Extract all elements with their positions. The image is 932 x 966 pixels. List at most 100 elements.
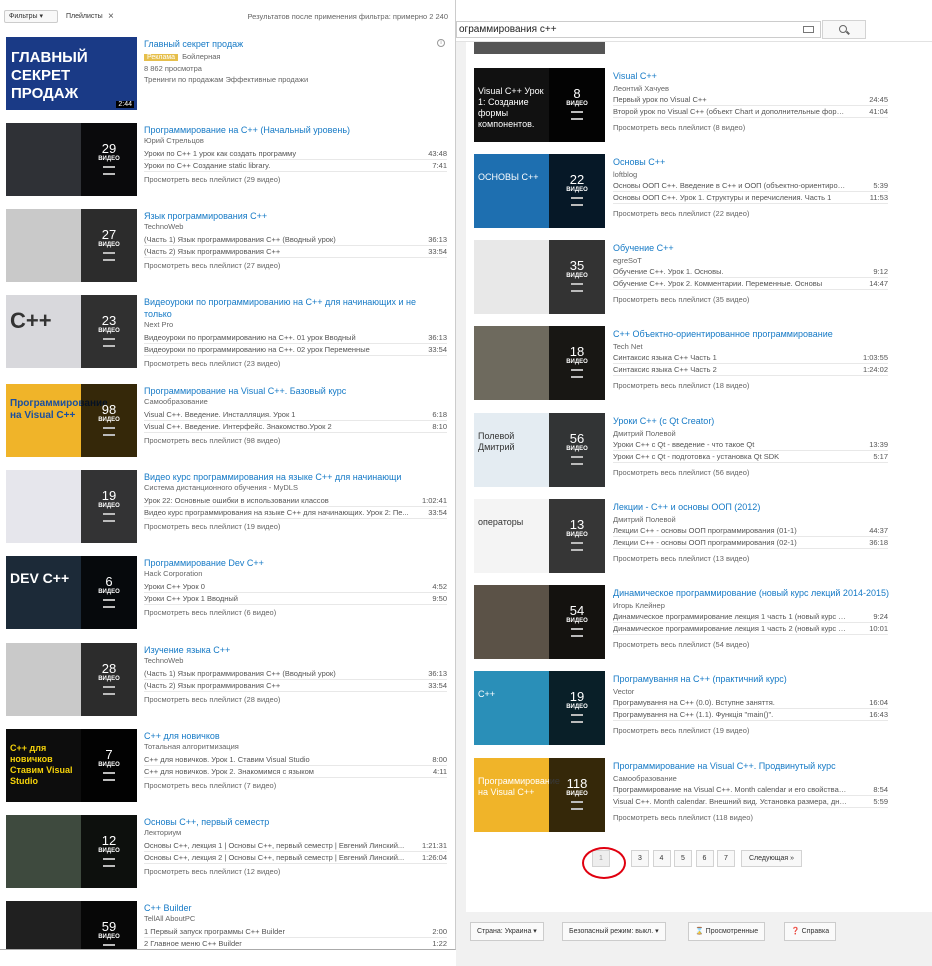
- playlist-video-row[interactable]: Синтаксис языка C++ Часть 2 1:24:02: [613, 364, 888, 376]
- playlist-thumbnail[interactable]: C++ 23 ВИДЕО: [6, 295, 137, 368]
- playlist-video-row[interactable]: 1 Первый запуск программы C++ Builder 2:0…: [144, 926, 447, 938]
- channel-name[interactable]: TechnoWeb: [144, 222, 183, 231]
- playlist-title[interactable]: Основы C++: [613, 157, 665, 167]
- channel-name[interactable]: TechnoWeb: [144, 656, 183, 665]
- playlist-title[interactable]: Програмування на C++ (практичний курс): [613, 674, 787, 684]
- channel-name[interactable]: Vector: [613, 687, 634, 696]
- channel-name[interactable]: Самообразование: [613, 774, 677, 783]
- ad-thumbnail[interactable]: ГЛАВНЫЙ СЕКРЕТ ПРОДАЖ 2:44: [6, 37, 137, 110]
- playlist-video-row[interactable]: Visual C++. Введение. Инсталляция. Урок …: [144, 409, 447, 421]
- view-full-playlist-link[interactable]: Просмотреть весь плейлист (12 видео): [144, 867, 280, 876]
- page-button[interactable]: 3: [631, 850, 649, 867]
- playlist-video-row[interactable]: Обучение C++. Урок 1. Основы. 9:12: [613, 266, 888, 278]
- playlist-video-row[interactable]: Синтаксис языка C++ Часть 1 1:03:55: [613, 352, 888, 364]
- playlist-thumbnail[interactable]: операторы 13 ВИДЕО: [474, 499, 605, 573]
- channel-name[interactable]: Hack Corporation: [144, 569, 202, 578]
- playlist-result[interactable]: операторы 13 ВИДЕО Лекции - C++ и основы ОО…: [474, 499, 924, 577]
- playlist-title[interactable]: Видео курс программирования на языке C++…: [144, 471, 444, 483]
- playlist-thumbnail[interactable]: 29 ВИДЕО: [6, 123, 137, 196]
- playlist-video-row[interactable]: Visual C++. Month calendar. Внешний вид.…: [613, 796, 888, 808]
- search-input[interactable]: ограммирования c++: [456, 21, 821, 38]
- playlist-thumbnail[interactable]: ОСНОВЫ C++ 22 ВИДЕО: [474, 154, 605, 228]
- channel-name[interactable]: Next Pro: [144, 320, 173, 329]
- playlist-thumbnail[interactable]: 18 ВИДЕО: [474, 326, 605, 400]
- history-button[interactable]: ⌛ Просмотренные: [688, 922, 766, 941]
- channel-name[interactable]: Дмитрий Полевой: [613, 429, 676, 438]
- playlist-video-row[interactable]: Видео курс программирования на языке C++…: [144, 507, 447, 519]
- playlist-title[interactable]: C++ для новичков: [144, 730, 444, 742]
- playlist-video-row[interactable]: (Часть 1) Язык программирования C++ (Вво…: [144, 668, 447, 680]
- playlist-video-row[interactable]: Лекции C++ - основы ООП программирования…: [613, 525, 888, 537]
- playlist-video-row[interactable]: (Часть 2) Язык программирования C++ 33:54: [144, 680, 447, 692]
- view-full-playlist-link[interactable]: Просмотреть весь плейлист (6 видео): [144, 608, 276, 617]
- playlist-result[interactable]: Visual C++ Урок 1: Создание формы компон…: [474, 68, 924, 146]
- playlist-thumbnail[interactable]: DEV C++ 6 ВИДЕО: [6, 556, 137, 629]
- playlist-video-row[interactable]: Динамическое программирование лекция 1 ч…: [613, 611, 888, 623]
- playlist-thumbnail[interactable]: 28 ВИДЕО: [6, 643, 137, 716]
- playlist-thumbnail[interactable]: 27 ВИДЕО: [6, 209, 137, 282]
- cut-off-thumbnail[interactable]: [474, 42, 605, 54]
- playlist-video-row[interactable]: Програмування на C++ (0.0). Вступне заня…: [613, 697, 888, 709]
- channel-name[interactable]: Tech Net: [613, 342, 643, 351]
- playlist-thumbnail[interactable]: Visual C++ Урок 1: Создание формы компон…: [474, 68, 605, 142]
- playlist-title[interactable]: Программирование на Visual C++. Базовый …: [144, 385, 444, 397]
- playlist-video-row[interactable]: Обучение C++. Урок 2. Комментарии. Перем…: [613, 278, 888, 290]
- playlist-result[interactable]: 35 ВИДЕО Обучение C++ egreSoT Обучение C++. …: [474, 240, 924, 318]
- playlist-result[interactable]: 28 ВИДЕО Изучение языка C++ TechnoWeb (Часть…: [6, 643, 451, 723]
- view-full-playlist-link[interactable]: Просмотреть весь плейлист (23 видео): [144, 359, 280, 368]
- country-button[interactable]: Страна: Украина ▾: [470, 922, 544, 941]
- view-full-playlist-link[interactable]: Просмотреть весь плейлист (8 видео): [613, 123, 745, 132]
- view-full-playlist-link[interactable]: Просмотреть весь плейлист (56 видео): [613, 468, 749, 477]
- playlist-video-row[interactable]: Уроки C++ Урок 0 4:52: [144, 581, 447, 593]
- ad-title[interactable]: Главный секрет продаж: [144, 38, 444, 50]
- view-full-playlist-link[interactable]: Просмотреть весь плейлист (13 видео): [613, 554, 749, 563]
- playlist-video-row[interactable]: Основы ООП C++. Введение в C++ и ООП (об…: [613, 180, 888, 192]
- playlist-video-row[interactable]: Visual C++. Введение. Интерфейс. Знакомс…: [144, 421, 447, 433]
- playlist-video-row[interactable]: Видеоуроки по программированию на C++. 0…: [144, 344, 447, 356]
- playlist-result[interactable]: 18 ВИДЕО C++ Объектно-ориентированное прог…: [474, 326, 924, 404]
- playlist-thumbnail[interactable]: 12 ВИДЕО: [6, 815, 137, 888]
- view-full-playlist-link[interactable]: Просмотреть весь плейлист (27 видео): [144, 261, 280, 270]
- view-full-playlist-link[interactable]: Просмотреть весь плейлист (35 видео): [613, 295, 749, 304]
- playlist-video-row[interactable]: C++ для новичков. Урок 1. Ставим Visual …: [144, 754, 447, 766]
- playlist-thumbnail[interactable]: 35 ВИДЕО: [474, 240, 605, 314]
- playlist-result[interactable]: Программирование на Visual C++ 118 ВИДЕО Пр…: [474, 758, 924, 836]
- playlist-result[interactable]: 29 ВИДЕО Программирование на C++ (Начальны…: [6, 123, 451, 203]
- playlist-video-row[interactable]: Лекции C++ - основы ООП программирования…: [613, 537, 888, 549]
- channel-name[interactable]: Леонтий Хачуев: [613, 84, 669, 93]
- playlist-result[interactable]: 27 ВИДЕО Язык программирования C++ TechnoWe…: [6, 209, 451, 289]
- channel-name[interactable]: Тотальная алгоритмизация: [144, 742, 239, 751]
- channel-name[interactable]: Юрий Стрельцов: [144, 136, 204, 145]
- playlist-result[interactable]: C++ 19 ВИДЕО Програмування на C++ (практичн…: [474, 671, 924, 749]
- playlist-result[interactable]: ОСНОВЫ C++ 22 ВИДЕО Основы C++ loftblog Основ…: [474, 154, 924, 232]
- playlist-video-row[interactable]: Основы C++, лекция 1 | Основы C++, первы…: [144, 840, 447, 852]
- safe-mode-button[interactable]: Безопасный режим: выкл. ▾: [562, 922, 666, 941]
- playlist-video-row[interactable]: Уроки C++ с Qt - подготовка - установка …: [613, 451, 888, 463]
- playlist-thumbnail[interactable]: 54 ВИДЕО: [474, 585, 605, 659]
- playlist-video-row[interactable]: (Часть 2) Язык программирования C++ 33:54: [144, 246, 447, 258]
- filters-dropdown[interactable]: Фильтры ▾: [4, 10, 58, 23]
- playlist-video-row[interactable]: Динамическое программирование лекция 1 ч…: [613, 623, 888, 635]
- playlist-video-row[interactable]: Программирование на Visual C++. Month ca…: [613, 784, 888, 796]
- playlist-title[interactable]: Основы C++, первый семестр: [144, 816, 444, 828]
- playlist-title[interactable]: Динамическое программирование (новый кур…: [613, 588, 889, 598]
- playlist-video-row[interactable]: (Часть 1) Язык программирования C++ (Вво…: [144, 234, 447, 246]
- view-full-playlist-link[interactable]: Просмотреть весь плейлист (98 видео): [144, 436, 280, 445]
- view-full-playlist-link[interactable]: Просмотреть весь плейлист (7 видео): [144, 781, 276, 790]
- playlist-video-row[interactable]: Основы C++, лекция 2 | Основы C++, первы…: [144, 852, 447, 864]
- page-button[interactable]: 4: [652, 850, 671, 867]
- playlist-title[interactable]: C++ Объектно-ориентированное программиро…: [613, 329, 833, 339]
- help-button[interactable]: ❓ Справка: [784, 922, 837, 941]
- playlist-thumbnail[interactable]: 19 ВИДЕО: [6, 470, 137, 543]
- playlist-video-row[interactable]: Уроки C++ Урок 1 Вводный 9:50: [144, 593, 447, 605]
- page-button[interactable]: 5: [674, 850, 692, 867]
- channel-name[interactable]: loftblog: [613, 170, 637, 179]
- playlist-video-row[interactable]: Урок 22: Основные ошибки в использовании…: [144, 495, 447, 507]
- playlist-result[interactable]: 59 ВИДЕО C++ Builder TellAll AboutPC 1 Первы…: [6, 901, 451, 949]
- page-button[interactable]: 6: [695, 850, 714, 867]
- view-full-playlist-link[interactable]: Просмотреть весь плейлист (18 видео): [613, 381, 749, 390]
- channel-name[interactable]: Дмитрий Полевой: [613, 515, 676, 524]
- playlist-title[interactable]: Программирование Dev C++: [144, 557, 444, 569]
- playlist-video-row[interactable]: Уроки по C++ 1 урок как создать программ…: [144, 148, 447, 160]
- keyboard-icon[interactable]: [803, 26, 814, 33]
